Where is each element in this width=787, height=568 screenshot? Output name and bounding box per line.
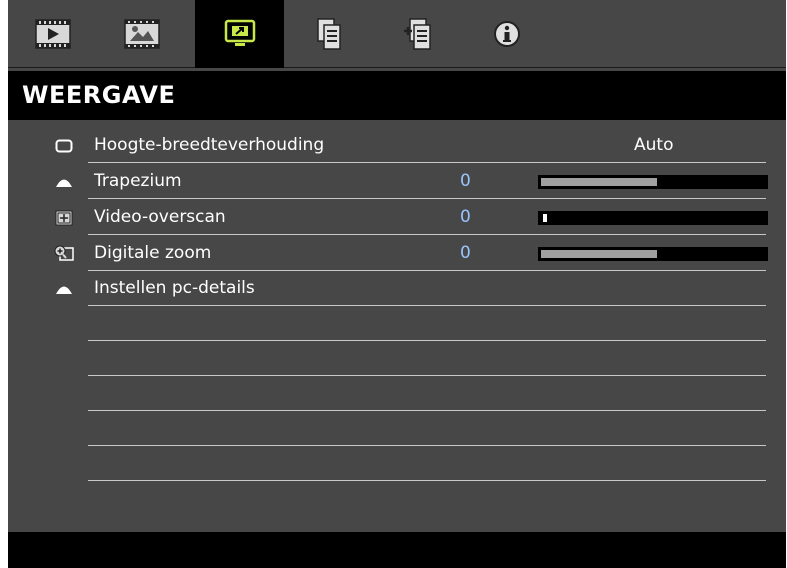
slider-fill	[541, 178, 657, 186]
tab-options[interactable]	[373, 0, 462, 68]
tab-picture-adjust[interactable]	[97, 0, 186, 68]
menu-item-video-overscan[interactable]: Video-overscan 0	[55, 200, 768, 235]
divider	[88, 410, 766, 411]
display-icon	[224, 19, 256, 49]
slider-fill	[541, 250, 657, 258]
tab-image[interactable]	[8, 0, 97, 68]
aspect-ratio-icon	[54, 137, 74, 155]
menu-item-trapezium[interactable]: Trapezium 0	[56, 164, 768, 199]
zoom-icon	[54, 245, 74, 263]
menu-item-aspect-ratio[interactable]: Hoogte-breedteverhouding Auto	[55, 128, 766, 163]
setup-document-icon	[314, 17, 344, 51]
image-settings-icon	[34, 19, 71, 49]
menu-item-label: Instellen pc-details	[94, 278, 255, 298]
tab-bar	[8, 0, 786, 68]
aspect-ratio-value[interactable]: Auto	[634, 135, 673, 155]
menu-item-digital-zoom[interactable]: Digitale zoom 0	[54, 236, 768, 271]
menu-item-label: Trapezium	[94, 171, 182, 191]
menu-item-label: Video-overscan	[94, 207, 226, 227]
digital-zoom-value: 0	[460, 243, 471, 263]
osd-menu: WEERGAVE Hoogte-breedteverhouding Auto T…	[8, 0, 786, 568]
video-overscan-value: 0	[460, 207, 471, 227]
divider	[88, 480, 766, 481]
footer-bar	[8, 532, 786, 568]
options-document-icon	[402, 17, 434, 51]
digital-zoom-slider[interactable]	[538, 247, 768, 261]
page-header: WEERGAVE	[8, 71, 786, 120]
tab-info[interactable]	[462, 0, 551, 68]
tab-setup[interactable]	[284, 0, 373, 68]
trapezium-value: 0	[460, 171, 471, 191]
picture-adjust-icon	[123, 19, 160, 49]
tab-display[interactable]	[195, 0, 284, 68]
divider	[88, 340, 766, 341]
divider	[88, 445, 766, 446]
info-icon	[492, 19, 522, 49]
menu-item-label: Hoogte-breedteverhouding	[94, 135, 325, 155]
video-overscan-slider[interactable]	[538, 211, 768, 225]
overscan-icon	[54, 209, 74, 227]
menu-item-label: Digitale zoom	[94, 243, 212, 263]
slider-fill	[543, 214, 547, 222]
divider	[88, 375, 766, 376]
triangle-icon	[54, 280, 74, 298]
page-title: WEERGAVE	[22, 81, 176, 109]
triangle-icon	[54, 173, 74, 191]
trapezium-slider[interactable]	[538, 175, 768, 189]
menu-item-pc-details[interactable]: Instellen pc-details	[56, 271, 766, 306]
